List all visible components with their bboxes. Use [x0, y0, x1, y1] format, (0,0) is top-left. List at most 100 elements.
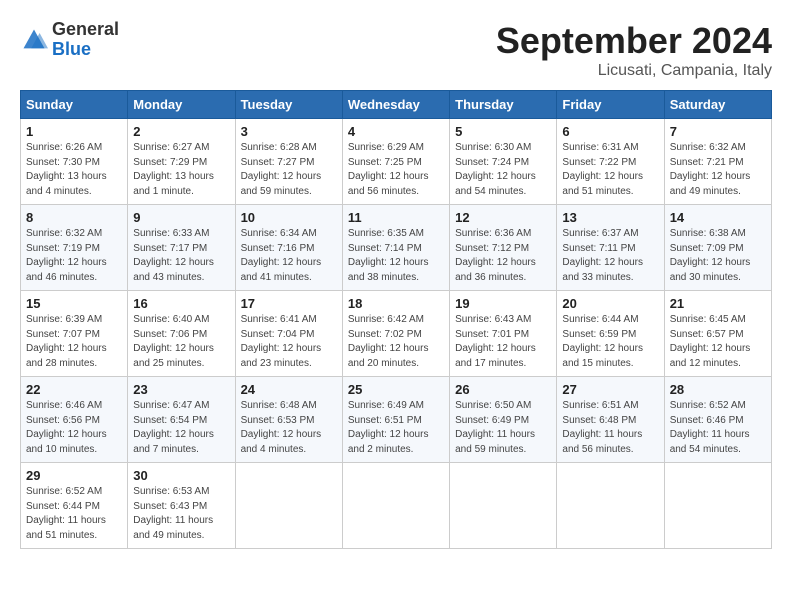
calendar-cell: [664, 463, 771, 549]
day-number: 29: [26, 468, 122, 483]
calendar-cell: 22 Sunrise: 6:46 AMSunset: 6:56 PMDaylig…: [21, 377, 128, 463]
calendar-cell: 5 Sunrise: 6:30 AMSunset: 7:24 PMDayligh…: [450, 119, 557, 205]
page-header: General Blue September 2024 Licusati, Ca…: [20, 20, 772, 80]
day-number: 22: [26, 382, 122, 397]
day-info: Sunrise: 6:50 AMSunset: 6:49 PMDaylight:…: [455, 400, 535, 455]
calendar-week-row: 22 Sunrise: 6:46 AMSunset: 6:56 PMDaylig…: [21, 377, 772, 463]
day-number: 17: [241, 296, 337, 311]
day-number: 10: [241, 210, 337, 225]
calendar-cell: 4 Sunrise: 6:29 AMSunset: 7:25 PMDayligh…: [342, 119, 449, 205]
calendar-cell: 2 Sunrise: 6:27 AMSunset: 7:29 PMDayligh…: [128, 119, 235, 205]
day-info: Sunrise: 6:45 AMSunset: 6:57 PMDaylight:…: [670, 314, 751, 369]
day-info: Sunrise: 6:29 AMSunset: 7:25 PMDaylight:…: [348, 142, 429, 197]
day-info: Sunrise: 6:44 AMSunset: 6:59 PMDaylight:…: [562, 314, 643, 369]
calendar-cell: [342, 463, 449, 549]
weekday-header-wednesday: Wednesday: [342, 91, 449, 119]
calendar-cell: 27 Sunrise: 6:51 AMSunset: 6:48 PMDaylig…: [557, 377, 664, 463]
calendar-cell: 8 Sunrise: 6:32 AMSunset: 7:19 PMDayligh…: [21, 205, 128, 291]
logo-icon: [20, 26, 48, 54]
day-info: Sunrise: 6:30 AMSunset: 7:24 PMDaylight:…: [455, 142, 536, 197]
calendar-cell: 17 Sunrise: 6:41 AMSunset: 7:04 PMDaylig…: [235, 291, 342, 377]
day-number: 12: [455, 210, 551, 225]
day-info: Sunrise: 6:49 AMSunset: 6:51 PMDaylight:…: [348, 400, 429, 455]
day-info: Sunrise: 6:41 AMSunset: 7:04 PMDaylight:…: [241, 314, 322, 369]
calendar-cell: 14 Sunrise: 6:38 AMSunset: 7:09 PMDaylig…: [664, 205, 771, 291]
day-number: 1: [26, 124, 122, 139]
calendar-cell: 24 Sunrise: 6:48 AMSunset: 6:53 PMDaylig…: [235, 377, 342, 463]
day-number: 19: [455, 296, 551, 311]
day-info: Sunrise: 6:52 AMSunset: 6:44 PMDaylight:…: [26, 486, 106, 541]
calendar-cell: [235, 463, 342, 549]
day-info: Sunrise: 6:31 AMSunset: 7:22 PMDaylight:…: [562, 142, 643, 197]
calendar-cell: [450, 463, 557, 549]
calendar-cell: 26 Sunrise: 6:50 AMSunset: 6:49 PMDaylig…: [450, 377, 557, 463]
day-info: Sunrise: 6:51 AMSunset: 6:48 PMDaylight:…: [562, 400, 642, 455]
calendar-week-row: 8 Sunrise: 6:32 AMSunset: 7:19 PMDayligh…: [21, 205, 772, 291]
day-number: 21: [670, 296, 766, 311]
day-number: 25: [348, 382, 444, 397]
calendar-cell: 16 Sunrise: 6:40 AMSunset: 7:06 PMDaylig…: [128, 291, 235, 377]
calendar-cell: 10 Sunrise: 6:34 AMSunset: 7:16 PMDaylig…: [235, 205, 342, 291]
logo: General Blue: [20, 20, 119, 60]
day-number: 7: [670, 124, 766, 139]
day-number: 28: [670, 382, 766, 397]
logo-blue-text: Blue: [52, 40, 119, 60]
calendar-cell: 1 Sunrise: 6:26 AMSunset: 7:30 PMDayligh…: [21, 119, 128, 205]
calendar-cell: 21 Sunrise: 6:45 AMSunset: 6:57 PMDaylig…: [664, 291, 771, 377]
day-number: 16: [133, 296, 229, 311]
calendar-cell: 15 Sunrise: 6:39 AMSunset: 7:07 PMDaylig…: [21, 291, 128, 377]
day-info: Sunrise: 6:26 AMSunset: 7:30 PMDaylight:…: [26, 142, 107, 197]
day-info: Sunrise: 6:40 AMSunset: 7:06 PMDaylight:…: [133, 314, 214, 369]
day-info: Sunrise: 6:46 AMSunset: 6:56 PMDaylight:…: [26, 400, 107, 455]
day-number: 14: [670, 210, 766, 225]
calendar-cell: 11 Sunrise: 6:35 AMSunset: 7:14 PMDaylig…: [342, 205, 449, 291]
calendar-cell: 12 Sunrise: 6:36 AMSunset: 7:12 PMDaylig…: [450, 205, 557, 291]
location-text: Licusati, Campania, Italy: [496, 62, 772, 80]
calendar-cell: 7 Sunrise: 6:32 AMSunset: 7:21 PMDayligh…: [664, 119, 771, 205]
calendar-cell: 6 Sunrise: 6:31 AMSunset: 7:22 PMDayligh…: [557, 119, 664, 205]
calendar-cell: 28 Sunrise: 6:52 AMSunset: 6:46 PMDaylig…: [664, 377, 771, 463]
day-number: 3: [241, 124, 337, 139]
day-info: Sunrise: 6:36 AMSunset: 7:12 PMDaylight:…: [455, 228, 536, 283]
day-number: 15: [26, 296, 122, 311]
weekday-header-row: SundayMondayTuesdayWednesdayThursdayFrid…: [21, 91, 772, 119]
day-number: 9: [133, 210, 229, 225]
day-info: Sunrise: 6:37 AMSunset: 7:11 PMDaylight:…: [562, 228, 643, 283]
day-info: Sunrise: 6:39 AMSunset: 7:07 PMDaylight:…: [26, 314, 107, 369]
calendar-cell: 30 Sunrise: 6:53 AMSunset: 6:43 PMDaylig…: [128, 463, 235, 549]
calendar-cell: 13 Sunrise: 6:37 AMSunset: 7:11 PMDaylig…: [557, 205, 664, 291]
day-info: Sunrise: 6:53 AMSunset: 6:43 PMDaylight:…: [133, 486, 213, 541]
day-info: Sunrise: 6:35 AMSunset: 7:14 PMDaylight:…: [348, 228, 429, 283]
day-number: 20: [562, 296, 658, 311]
calendar-week-row: 15 Sunrise: 6:39 AMSunset: 7:07 PMDaylig…: [21, 291, 772, 377]
day-number: 30: [133, 468, 229, 483]
day-number: 2: [133, 124, 229, 139]
day-number: 27: [562, 382, 658, 397]
day-info: Sunrise: 6:34 AMSunset: 7:16 PMDaylight:…: [241, 228, 322, 283]
calendar-cell: 29 Sunrise: 6:52 AMSunset: 6:44 PMDaylig…: [21, 463, 128, 549]
day-number: 26: [455, 382, 551, 397]
day-info: Sunrise: 6:27 AMSunset: 7:29 PMDaylight:…: [133, 142, 214, 197]
day-number: 24: [241, 382, 337, 397]
day-info: Sunrise: 6:32 AMSunset: 7:19 PMDaylight:…: [26, 228, 107, 283]
weekday-header-monday: Monday: [128, 91, 235, 119]
weekday-header-sunday: Sunday: [21, 91, 128, 119]
calendar-cell: 19 Sunrise: 6:43 AMSunset: 7:01 PMDaylig…: [450, 291, 557, 377]
day-info: Sunrise: 6:33 AMSunset: 7:17 PMDaylight:…: [133, 228, 214, 283]
day-number: 23: [133, 382, 229, 397]
day-info: Sunrise: 6:52 AMSunset: 6:46 PMDaylight:…: [670, 400, 750, 455]
calendar-table: SundayMondayTuesdayWednesdayThursdayFrid…: [20, 90, 772, 549]
day-number: 8: [26, 210, 122, 225]
calendar-cell: [557, 463, 664, 549]
calendar-cell: 23 Sunrise: 6:47 AMSunset: 6:54 PMDaylig…: [128, 377, 235, 463]
day-info: Sunrise: 6:38 AMSunset: 7:09 PMDaylight:…: [670, 228, 751, 283]
day-info: Sunrise: 6:28 AMSunset: 7:27 PMDaylight:…: [241, 142, 322, 197]
logo-general-text: General: [52, 20, 119, 40]
day-info: Sunrise: 6:47 AMSunset: 6:54 PMDaylight:…: [133, 400, 214, 455]
calendar-cell: 20 Sunrise: 6:44 AMSunset: 6:59 PMDaylig…: [557, 291, 664, 377]
weekday-header-tuesday: Tuesday: [235, 91, 342, 119]
calendar-week-row: 1 Sunrise: 6:26 AMSunset: 7:30 PMDayligh…: [21, 119, 772, 205]
day-number: 18: [348, 296, 444, 311]
day-info: Sunrise: 6:42 AMSunset: 7:02 PMDaylight:…: [348, 314, 429, 369]
weekday-header-saturday: Saturday: [664, 91, 771, 119]
